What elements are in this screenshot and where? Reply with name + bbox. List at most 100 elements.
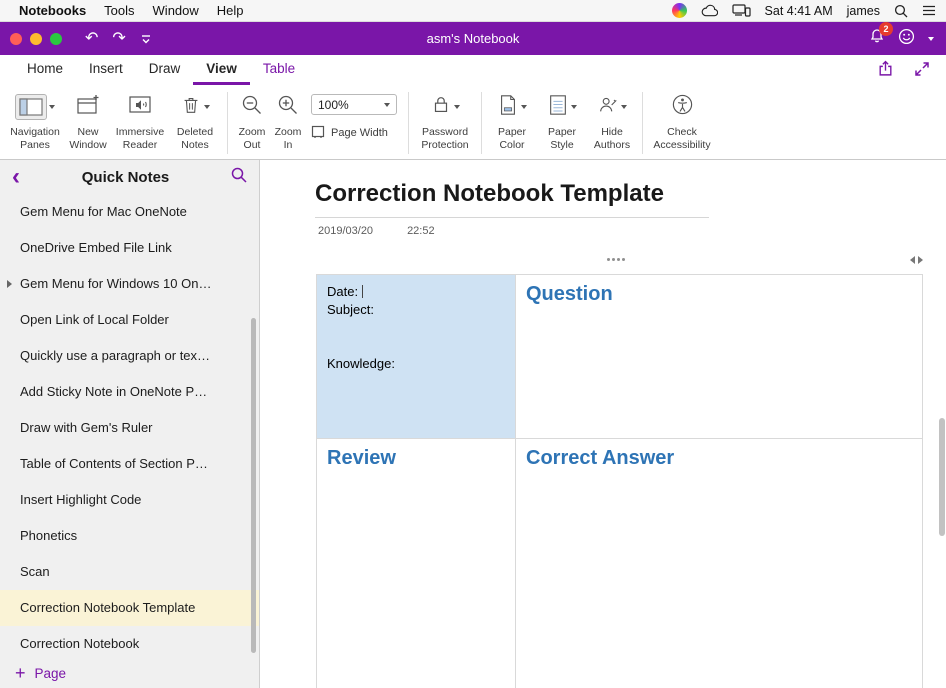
minimize-window-button[interactable] xyxy=(30,33,42,45)
ribbon-tab-bar: Home Insert Draw View Table xyxy=(0,55,946,85)
tab-view[interactable]: View xyxy=(193,55,250,85)
page-list-item[interactable]: Phonetics xyxy=(0,518,259,554)
search-icon[interactable] xyxy=(231,167,247,188)
menu-bar: Notebooks Tools Window Help Sat 4:41 AM … xyxy=(0,0,946,22)
table-cell-correct-answer[interactable]: Correct Answer xyxy=(516,439,922,688)
deleted-notes-button[interactable]: Deleted Notes xyxy=(168,89,222,151)
page-list-item[interactable]: Open Link of Local Folder xyxy=(0,302,259,338)
lock-icon xyxy=(430,94,452,121)
page-list-item[interactable]: Add Sticky Note in OneNote P… xyxy=(0,374,259,410)
zoom-level-value: 100% xyxy=(318,98,349,112)
button-label: Hide Authors xyxy=(587,126,637,151)
chevron-down-icon xyxy=(454,105,460,109)
table-cell-info[interactable]: Date: Subject: Knowledge: xyxy=(317,275,516,439)
page-list: Gem Menu for Mac OneNote OneDrive Embed … xyxy=(0,194,259,658)
redo-icon[interactable]: ↷ xyxy=(112,31,125,47)
zoom-window-button[interactable] xyxy=(50,33,62,45)
page-title-label: Gem Menu for Windows 10 On… xyxy=(20,276,211,291)
tab-insert[interactable]: Insert xyxy=(76,55,136,85)
menu-bar-clock[interactable]: Sat 4:41 AM xyxy=(765,4,833,18)
password-protection-button[interactable]: Password Protection xyxy=(414,89,476,151)
tab-draw[interactable]: Draw xyxy=(136,55,194,85)
immersive-reader-button[interactable]: Immersive Reader xyxy=(112,89,168,151)
tab-home[interactable]: Home xyxy=(14,55,76,85)
page-title-label: OneDrive Embed File Link xyxy=(20,240,172,255)
button-label: Password Protection xyxy=(414,126,476,151)
menu-notebooks[interactable]: Notebooks xyxy=(10,3,95,18)
page-list-item[interactable]: Gem Menu for Mac OneNote xyxy=(0,194,259,230)
chevron-down-icon xyxy=(49,105,55,109)
new-window-button[interactable]: New Window xyxy=(64,89,112,151)
table-cell-question[interactable]: Question xyxy=(516,275,922,439)
page-list-item[interactable]: Scan xyxy=(0,554,259,590)
status-color-orb-icon[interactable] xyxy=(672,3,687,18)
zoom-out-button[interactable]: Zoom Out xyxy=(233,89,271,151)
paper-color-button[interactable]: Paper Color xyxy=(487,89,537,151)
menu-bar-left: Notebooks Tools Window Help xyxy=(10,3,253,18)
page-list-item[interactable]: Correction Notebook xyxy=(0,626,259,658)
zoom-controls-group: 100% Page Width xyxy=(311,89,397,141)
content-area: ‹ Quick Notes Gem Menu for Mac OneNote O… xyxy=(0,160,946,688)
window-controls xyxy=(10,33,62,45)
page-list-item[interactable]: OneDrive Embed File Link xyxy=(0,230,259,266)
page-list-item[interactable]: Table of Contents of Section P… xyxy=(0,446,259,482)
cloud-icon[interactable] xyxy=(701,4,718,17)
scroll-left-icon[interactable] xyxy=(910,256,915,264)
page-canvas: Correction Notebook Template 2019/03/20 … xyxy=(260,160,946,688)
spotlight-search-icon[interactable] xyxy=(894,4,908,18)
notification-badge: 2 xyxy=(879,22,893,36)
hide-authors-button[interactable]: Hide Authors xyxy=(587,89,637,151)
undo-icon[interactable]: ↶ xyxy=(85,31,98,47)
page-list-item[interactable]: Insert Highlight Code xyxy=(0,482,259,518)
review-heading: Review xyxy=(327,447,396,469)
page-title-label: Quickly use a paragraph or tex… xyxy=(20,348,210,363)
menu-window[interactable]: Window xyxy=(144,3,208,18)
page-width-button[interactable]: Page Width xyxy=(311,125,397,141)
sidebar-scrollbar[interactable] xyxy=(251,318,256,653)
expand-window-icon[interactable] xyxy=(914,61,930,82)
page-list-item-selected[interactable]: Correction Notebook Template xyxy=(0,590,259,626)
date-line: Date: xyxy=(327,283,505,301)
table-drag-handle[interactable] xyxy=(607,258,625,261)
paper-style-icon xyxy=(547,94,569,121)
devices-icon[interactable] xyxy=(732,4,751,17)
notification-center-icon[interactable] xyxy=(922,5,936,16)
tab-table[interactable]: Table xyxy=(250,55,308,85)
title-bar: ↶ ↷ asm's Notebook 2 xyxy=(0,22,946,55)
navigation-panes-button[interactable]: Navigation Panes xyxy=(6,89,64,151)
chevron-down-icon[interactable] xyxy=(928,37,934,41)
check-accessibility-button[interactable]: Check Accessibility xyxy=(648,89,716,151)
subject-label: Subject: xyxy=(327,302,374,317)
ribbon-separator xyxy=(481,92,482,154)
page-list-item[interactable]: Gem Menu for Windows 10 On… xyxy=(0,266,259,302)
page-title-label: Insert Highlight Code xyxy=(20,492,141,507)
window-scrollbar[interactable] xyxy=(939,418,945,536)
window-title: asm's Notebook xyxy=(427,31,520,46)
paper-style-button[interactable]: Paper Style xyxy=(537,89,587,151)
hide-authors-icon xyxy=(597,94,619,121)
share-icon[interactable] xyxy=(877,60,894,82)
customize-quick-access-icon[interactable] xyxy=(140,33,152,45)
table-cell-review[interactable]: Review xyxy=(317,439,516,688)
back-chevron-icon[interactable]: ‹ xyxy=(12,162,20,192)
feedback-smiley-icon[interactable] xyxy=(898,28,915,50)
zoom-in-button[interactable]: Zoom In xyxy=(271,89,305,151)
menu-bar-user[interactable]: james xyxy=(847,4,880,18)
accessibility-icon xyxy=(671,93,694,121)
notifications-bell-icon[interactable]: 2 xyxy=(869,28,885,49)
menu-tools[interactable]: Tools xyxy=(95,3,143,18)
zoom-level-select[interactable]: 100% xyxy=(311,94,397,115)
expand-chevron-icon[interactable] xyxy=(7,280,12,288)
menu-bar-status: Sat 4:41 AM james xyxy=(672,3,936,18)
page-title[interactable]: Correction Notebook Template xyxy=(315,180,709,218)
close-window-button[interactable] xyxy=(10,33,22,45)
page-list-item[interactable]: Quickly use a paragraph or tex… xyxy=(0,338,259,374)
button-label: Deleted Notes xyxy=(168,126,222,151)
page-list-item[interactable]: Draw with Gem's Ruler xyxy=(0,410,259,446)
scroll-right-icon[interactable] xyxy=(918,256,923,264)
page-title-label: Phonetics xyxy=(20,528,77,543)
paper-color-icon xyxy=(497,94,519,121)
title-bar-right: 2 xyxy=(869,28,934,50)
add-page-button[interactable]: + Page xyxy=(0,658,259,688)
menu-help[interactable]: Help xyxy=(208,3,253,18)
